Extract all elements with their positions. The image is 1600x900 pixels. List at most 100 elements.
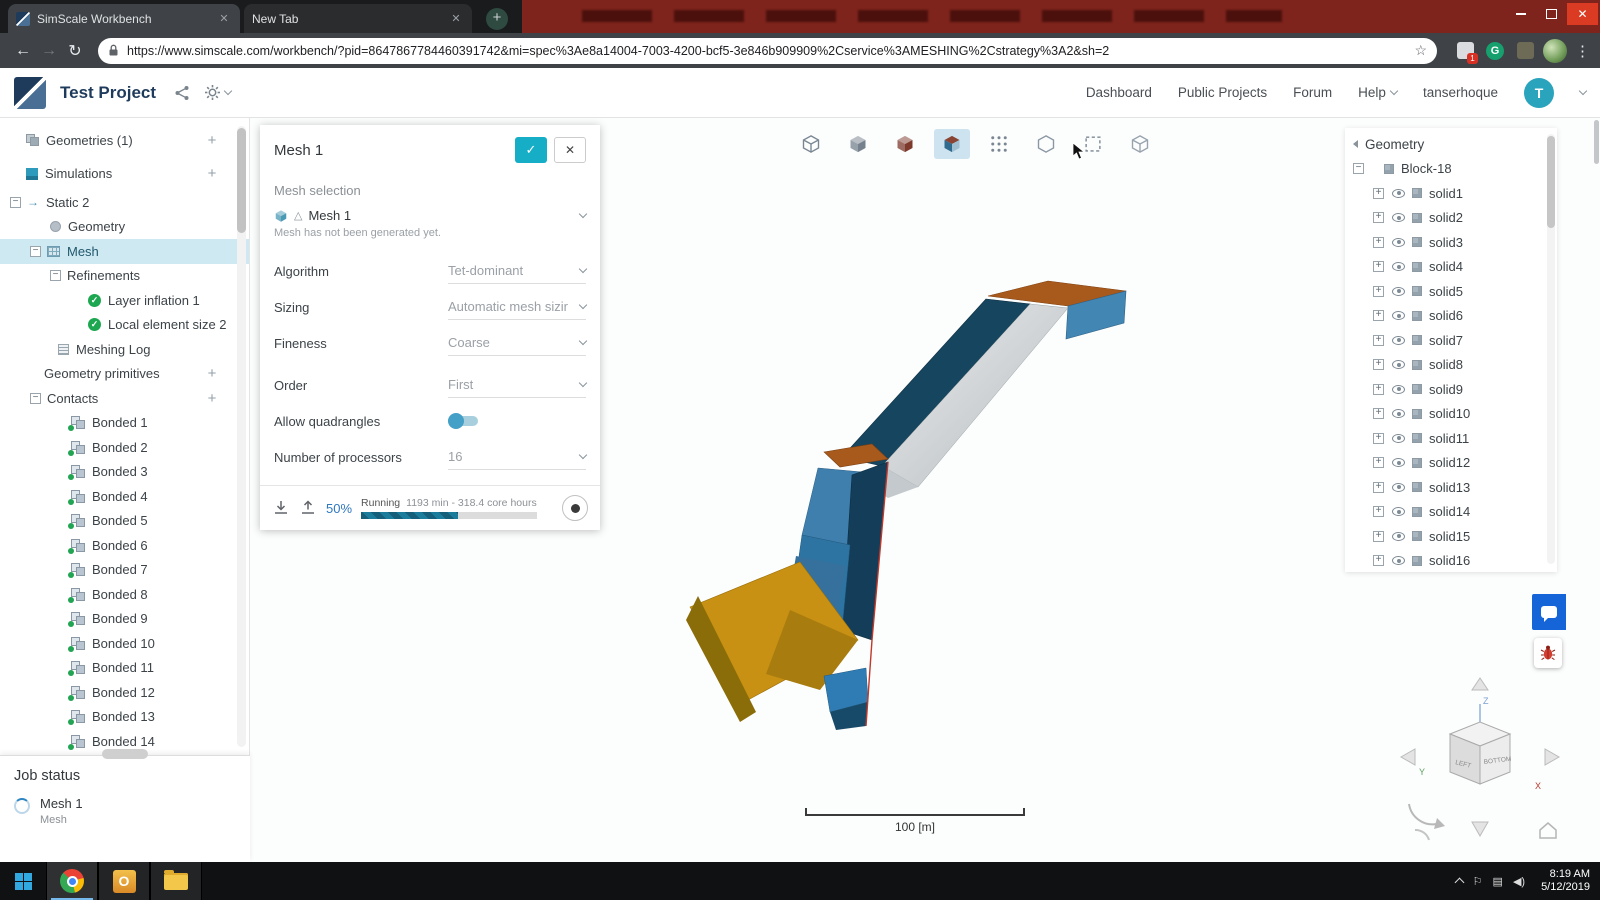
geometry-solid-row[interactable]: solid4 xyxy=(1345,255,1557,280)
wireframe-hexagon-icon[interactable] xyxy=(1028,129,1064,159)
job-row[interactable]: Mesh 1 Mesh xyxy=(0,794,250,828)
surface-view-cube-icon[interactable] xyxy=(887,129,923,159)
expand-solid-icon[interactable] xyxy=(1373,384,1384,395)
visibility-eye-icon[interactable] xyxy=(1392,287,1405,296)
expand-solid-icon[interactable] xyxy=(1373,359,1384,370)
orientation-cube-widget[interactable]: Z LEFT BOTTOM Y X xyxy=(1395,672,1565,847)
sidebar-item-bonded[interactable]: Bonded 6 xyxy=(0,533,249,558)
geometry-solid-row[interactable]: solid6 xyxy=(1345,304,1557,329)
page-scrollbar-thumb[interactable] xyxy=(1594,120,1599,164)
mesh-view-cube-icon[interactable] xyxy=(934,129,970,159)
cancel-button[interactable] xyxy=(554,137,586,163)
geometry-solid-row[interactable]: solid8 xyxy=(1345,353,1557,378)
rotate-right-arrow[interactable] xyxy=(1545,749,1559,765)
extension-icon[interactable]: 1 xyxy=(1453,39,1477,63)
visibility-eye-icon[interactable] xyxy=(1392,532,1405,541)
geometry-solid-row[interactable]: solid2 xyxy=(1345,206,1557,231)
nav-username[interactable]: tanserhoque xyxy=(1423,85,1498,100)
visibility-eye-icon[interactable] xyxy=(1392,360,1405,369)
solid-view-cube-icon[interactable] xyxy=(840,129,876,159)
minimize-button[interactable] xyxy=(1505,3,1536,25)
browser-profile-avatar[interactable] xyxy=(1543,39,1567,63)
sidebar-item-bonded[interactable]: Bonded 5 xyxy=(0,509,249,534)
sidebar-item-meshing-log[interactable]: Meshing Log xyxy=(0,337,249,362)
geometry-panel-header[interactable]: Geometry xyxy=(1345,132,1557,157)
expand-solid-icon[interactable] xyxy=(1373,212,1384,223)
geometry-solid-row[interactable]: solid3 xyxy=(1345,230,1557,255)
reload-icon[interactable] xyxy=(62,38,88,64)
rotate-cw-arrow[interactable] xyxy=(1415,830,1429,840)
nav-dashboard[interactable]: Dashboard xyxy=(1086,85,1152,100)
sidebar-item-geometries[interactable]: Geometries (1) xyxy=(0,128,249,153)
geometry-solid-row[interactable]: solid14 xyxy=(1345,500,1557,525)
sidebar-item-simulations[interactable]: Simulations xyxy=(0,162,249,187)
geometry-solid-row[interactable]: solid9 xyxy=(1345,377,1557,402)
geometry-solid-row[interactable]: solid13 xyxy=(1345,475,1557,500)
visibility-eye-icon[interactable] xyxy=(1392,189,1405,198)
isometric-view-cube-icon[interactable] xyxy=(793,129,829,159)
sidebar-item-geometry[interactable]: Geometry xyxy=(0,215,249,240)
action-center-icon[interactable] xyxy=(1473,875,1483,888)
home-view-icon[interactable] xyxy=(1540,823,1556,838)
geometry-block-row[interactable]: Block-18 xyxy=(1345,157,1557,182)
geometry-solid-row[interactable]: solid16 xyxy=(1345,549,1557,573)
rotate-up-arrow[interactable] xyxy=(1472,678,1488,690)
nav-help[interactable]: Help xyxy=(1358,85,1397,100)
rotate-ccw-arrow[interactable] xyxy=(1409,804,1437,824)
volume-icon[interactable] xyxy=(1513,875,1525,888)
collapse-block-icon[interactable] xyxy=(1353,163,1364,174)
browser-menu-icon[interactable] xyxy=(1575,42,1590,60)
taskbar-chrome[interactable] xyxy=(46,862,98,900)
sidebar-item-bonded[interactable]: Bonded 8 xyxy=(0,582,249,607)
sidebar-item-bonded[interactable]: Bonded 3 xyxy=(0,460,249,485)
expand-solid-icon[interactable] xyxy=(1373,237,1384,248)
visibility-eye-icon[interactable] xyxy=(1392,262,1405,271)
expand-solid-icon[interactable] xyxy=(1373,555,1384,566)
new-tab-button[interactable] xyxy=(486,8,508,30)
collapse-toggle-icon[interactable] xyxy=(10,197,21,208)
close-button[interactable] xyxy=(1567,3,1598,25)
geometry-solid-row[interactable]: solid15 xyxy=(1345,524,1557,549)
rotate-left-arrow[interactable] xyxy=(1401,749,1415,765)
report-bug-button[interactable] xyxy=(1534,638,1562,668)
sizing-dropdown[interactable]: Automatic mesh sizir xyxy=(448,294,586,320)
grammarly-icon[interactable] xyxy=(1483,39,1507,63)
geometry-solid-row[interactable]: solid1 xyxy=(1345,181,1557,206)
visibility-eye-icon[interactable] xyxy=(1392,483,1405,492)
expand-solid-icon[interactable] xyxy=(1373,531,1384,542)
expand-solid-icon[interactable] xyxy=(1373,188,1384,199)
sidebar-item-geometry-primitives[interactable]: Geometry primitives xyxy=(0,362,249,387)
rotate-down-arrow[interactable] xyxy=(1472,822,1488,836)
expand-solid-icon[interactable] xyxy=(1373,310,1384,321)
expand-solid-icon[interactable] xyxy=(1373,261,1384,272)
sidebar-item-layer-inflation[interactable]: Layer inflation 1 xyxy=(0,288,249,313)
visibility-eye-icon[interactable] xyxy=(1392,507,1405,516)
expand-solid-icon[interactable] xyxy=(1373,506,1384,517)
apply-button[interactable] xyxy=(515,137,547,163)
nav-public-projects[interactable]: Public Projects xyxy=(1178,85,1267,100)
expand-solid-icon[interactable] xyxy=(1373,286,1384,297)
geometry-solid-row[interactable]: solid12 xyxy=(1345,451,1557,476)
panel-collapse-handle[interactable] xyxy=(102,749,148,759)
tab-simscale-workbench[interactable]: SimScale Workbench xyxy=(8,4,240,33)
collapse-toggle-icon[interactable] xyxy=(30,246,41,257)
processors-dropdown[interactable]: 16 xyxy=(448,444,586,470)
sidebar-item-bonded[interactable]: Bonded 10 xyxy=(0,631,249,656)
expand-solid-icon[interactable] xyxy=(1373,482,1384,493)
visibility-eye-icon[interactable] xyxy=(1392,311,1405,320)
visibility-eye-icon[interactable] xyxy=(1392,434,1405,443)
collapse-toggle-icon[interactable] xyxy=(50,270,61,281)
expand-solid-icon[interactable] xyxy=(1373,408,1384,419)
add-primitive-button[interactable] xyxy=(205,365,219,382)
sidebar-item-bonded[interactable]: Bonded 4 xyxy=(0,484,249,509)
point-grid-icon[interactable] xyxy=(981,129,1017,159)
taskbar-outlook[interactable] xyxy=(98,862,150,900)
order-dropdown[interactable]: First xyxy=(448,372,586,398)
expand-solid-icon[interactable] xyxy=(1373,433,1384,444)
visibility-eye-icon[interactable] xyxy=(1392,458,1405,467)
back-icon[interactable] xyxy=(10,38,36,64)
geometry-solid-row[interactable]: solid10 xyxy=(1345,402,1557,427)
settings-gear-icon[interactable] xyxy=(204,84,231,101)
visibility-eye-icon[interactable] xyxy=(1392,385,1405,394)
add-contact-button[interactable] xyxy=(205,390,219,407)
